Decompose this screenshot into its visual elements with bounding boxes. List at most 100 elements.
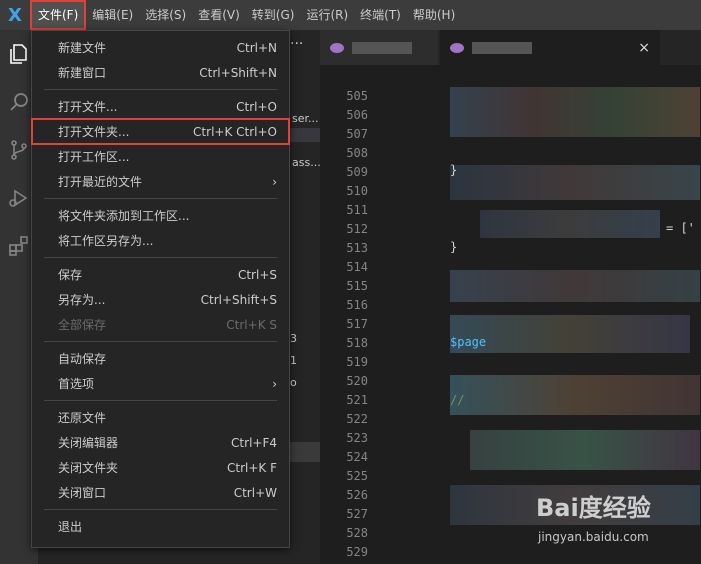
menu-item-shortcut: Ctrl+K Ctrl+O: [193, 124, 277, 139]
menu-help[interactable]: 帮助(H): [407, 0, 461, 30]
php-icon: [450, 42, 464, 53]
menu-item-label: 另存为...: [58, 293, 106, 307]
line-number: 526: [346, 488, 368, 502]
menu-separator: [44, 257, 277, 258]
menu-item[interactable]: 新建文件 Ctrl+N: [32, 35, 289, 60]
close-icon[interactable]: ×: [638, 40, 650, 56]
menu-item[interactable]: 另存为... Ctrl+Shift+S: [32, 287, 289, 312]
code-fragment: = [': [666, 221, 695, 235]
line-number-gutter: 505 506 507 508 509 510 511 512 513 514 515 516 517 5…: [320, 65, 368, 564]
menu-item[interactable]: 自动保存: [32, 346, 289, 371]
menu-item-label: 将文件夹添加到工作区...: [58, 209, 190, 223]
menu-item-shortcut: Ctrl+K F: [227, 460, 277, 475]
menu-item-label: 将工作区另存为...: [58, 234, 154, 248]
menu-separator: [44, 198, 277, 199]
menu-separator: [44, 509, 277, 510]
menu-item-label: 退出: [58, 520, 83, 534]
line-number: 514: [346, 260, 368, 274]
menu-item-label: 打开最近的文件: [58, 175, 143, 189]
line-number: 525: [346, 469, 368, 483]
menu-terminal[interactable]: 终端(T): [354, 0, 407, 30]
menu-item[interactable]: 打开文件... Ctrl+O: [32, 94, 289, 119]
watermark-url: jingyan.baidu.com: [538, 530, 649, 544]
line-number: 521: [346, 393, 368, 407]
menu-item[interactable]: 打开最近的文件 ›: [32, 169, 289, 194]
line-number: 506: [346, 108, 368, 122]
menu-item-label: 打开工作区...: [58, 150, 130, 164]
menu-view[interactable]: 查看(V): [192, 0, 246, 30]
php-icon: [330, 42, 344, 53]
sidebar-fragment: 1: [290, 354, 297, 367]
line-number: 522: [346, 412, 368, 426]
editor-tabbar: ×: [320, 30, 701, 65]
menu-item-label: 还原文件: [58, 411, 107, 425]
menu-item[interactable]: 关闭文件夹 Ctrl+K F: [32, 455, 289, 480]
tab-label: [472, 41, 532, 54]
menu-item-shortcut: Ctrl+F4: [231, 435, 277, 450]
menu-item-label: 新建窗口: [58, 66, 107, 80]
line-number: 518: [346, 336, 368, 350]
baidu-logo: Bai度经验: [536, 494, 651, 522]
menubar: X 文件(F) 编辑(E) 选择(S) 查看(V) 转到(G) 运行(R) 终端…: [0, 0, 701, 30]
menu-item[interactable]: 新建窗口 Ctrl+Shift+N: [32, 60, 289, 85]
sidebar-fragment: 3: [290, 332, 297, 345]
code-fragment: }: [450, 240, 458, 254]
menu-edit[interactable]: 编辑(E): [86, 0, 139, 30]
line-number: 529: [346, 545, 368, 559]
menu-item-label: 首选项: [58, 377, 95, 391]
vscode-logo-icon: X: [8, 4, 22, 26]
code-blur: [450, 165, 700, 200]
tab-label: [352, 41, 412, 54]
menu-item[interactable]: 还原文件: [32, 405, 289, 430]
menu-item[interactable]: 首选项 ›: [32, 371, 289, 396]
menu-item-shortcut: Ctrl+S: [237, 267, 277, 282]
line-number: 524: [346, 450, 368, 464]
menu-item-label: 关闭文件夹: [58, 461, 119, 475]
menu-item-label: 关闭窗口: [58, 486, 107, 500]
menu-item[interactable]: 退出: [32, 514, 289, 539]
code-fragment: }: [450, 163, 458, 177]
menu-item[interactable]: 打开工作区...: [32, 144, 289, 169]
sidebar-fragment: o: [290, 376, 297, 389]
menu-separator: [44, 400, 277, 401]
code-fragment: $page: [450, 335, 487, 349]
menu-item-shortcut: Ctrl+Shift+S: [200, 292, 277, 307]
menu-separator: [44, 341, 277, 342]
line-number: 510: [346, 184, 368, 198]
menu-separator: [44, 89, 277, 90]
more-actions-icon[interactable]: ···: [290, 36, 303, 52]
menu-item[interactable]: 将文件夹添加到工作区...: [32, 203, 289, 228]
line-number: 507: [346, 127, 368, 141]
menu-item[interactable]: 关闭窗口 Ctrl+W: [32, 480, 289, 505]
chevron-right-icon: ›: [272, 174, 277, 189]
editor-tab[interactable]: [320, 30, 438, 65]
menu-item-shortcut: Ctrl+N: [236, 40, 277, 55]
menu-run[interactable]: 运行(R): [300, 0, 354, 30]
menu-item-label: 关闭编辑器: [58, 436, 119, 450]
menu-item-label: 打开文件...: [58, 100, 118, 114]
code-blur: [470, 430, 700, 470]
menu-file[interactable]: 文件(F): [30, 0, 87, 30]
line-number: 528: [346, 526, 368, 540]
editor-tab-active[interactable]: ×: [440, 30, 660, 65]
menu-item[interactable]: 打开文件夹... Ctrl+K Ctrl+O: [31, 118, 290, 145]
menu-item[interactable]: 将工作区另存为...: [32, 228, 289, 253]
menu-item-shortcut: Ctrl+K S: [226, 317, 277, 332]
sidebar-selection: [290, 128, 320, 142]
line-number: 527: [346, 507, 368, 521]
menu-item-label: 保存: [58, 268, 83, 282]
line-number: 516: [346, 298, 368, 312]
line-number: 513: [346, 241, 368, 255]
menu-item[interactable]: 关闭编辑器 Ctrl+F4: [32, 430, 289, 455]
file-menu-dropdown: 新建文件 Ctrl+N 新建窗口 Ctrl+Shift+N 打开文件... Ctrl+O 打…: [31, 30, 290, 548]
line-number: 515: [346, 279, 368, 293]
line-number: 523: [346, 431, 368, 445]
menu-go[interactable]: 转到(G): [246, 0, 301, 30]
line-number: 511: [346, 203, 368, 217]
menu-item[interactable]: 保存 Ctrl+S: [32, 262, 289, 287]
menu-item-label: 全部保存: [58, 318, 107, 332]
menu-selection[interactable]: 选择(S): [139, 0, 192, 30]
line-number: 512: [346, 222, 368, 236]
code-fragment: //: [450, 393, 465, 407]
menu-item-label: 新建文件: [58, 41, 107, 55]
